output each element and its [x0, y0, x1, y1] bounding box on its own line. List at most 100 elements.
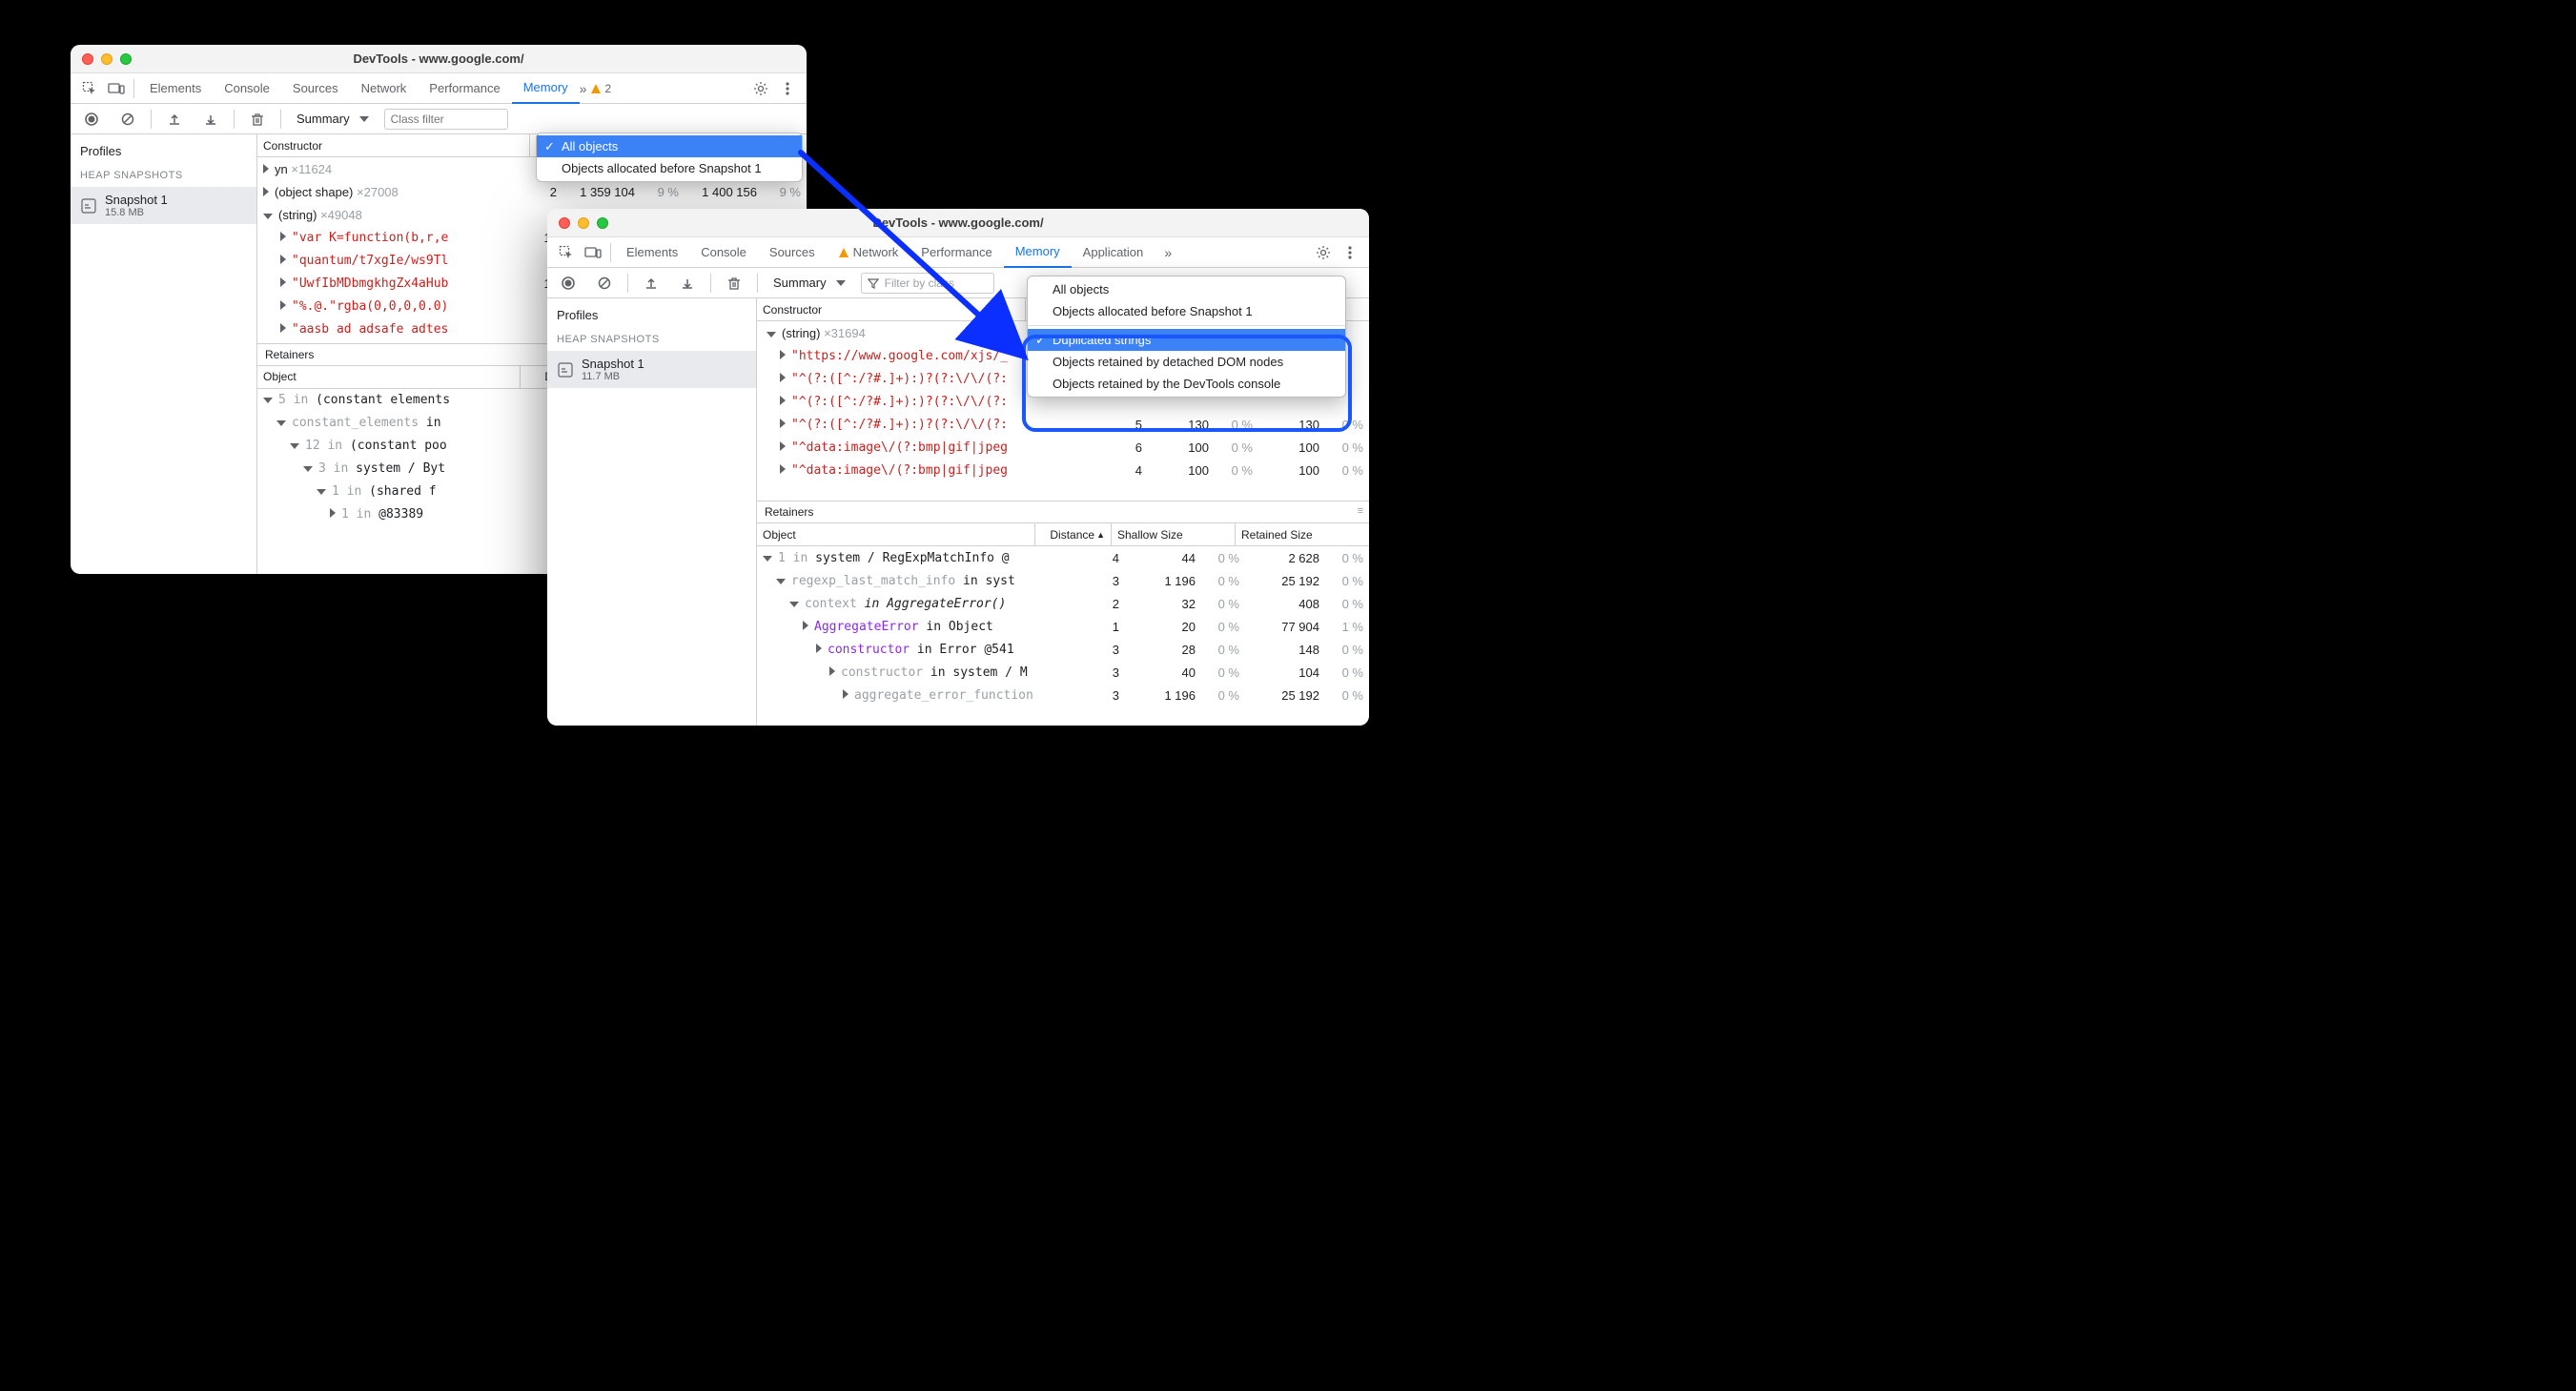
clear-icon[interactable] [591, 270, 618, 297]
snapshot-size: 11.7 MB [582, 371, 644, 382]
view-select[interactable]: Summary [291, 112, 375, 126]
retainers-menu-icon[interactable]: ≡ [1358, 505, 1363, 517]
window-title: DevTools - www.google.com/ [557, 215, 1360, 230]
tab-console[interactable]: Console [213, 73, 281, 104]
col-retained[interactable]: Retained Size [1236, 523, 1369, 545]
retainers-columns: Object Distance▲ Shallow Size Retained S… [757, 523, 1369, 546]
tab-elements[interactable]: Elements [615, 237, 689, 268]
retainer-row[interactable]: aggregate_error_function 3 1 1960 % 25 1… [757, 684, 1369, 706]
gc-icon[interactable] [721, 270, 747, 297]
tab-memory[interactable]: Memory [512, 73, 580, 104]
device-mode-icon[interactable] [580, 239, 606, 266]
opt-detached-dom[interactable]: Objects retained by detached DOM nodes [1028, 351, 1345, 373]
load-profile-icon[interactable] [638, 270, 664, 297]
view-select[interactable]: Summary [767, 276, 851, 290]
retainer-rows: 1 in system / RegExpMatchInfo @ 4 440 % … [757, 546, 1369, 726]
kebab-menu-icon[interactable] [774, 75, 801, 102]
opt-before-snapshot[interactable]: Objects allocated before Snapshot 1 [1028, 300, 1345, 322]
tab-performance[interactable]: Performance [418, 73, 511, 104]
class-filter-input[interactable] [384, 109, 508, 130]
retainers-header: Retainers ≡ [757, 501, 1369, 523]
tab-network[interactable]: Network [350, 73, 419, 104]
inspect-icon[interactable] [553, 239, 580, 266]
record-icon[interactable] [555, 270, 582, 297]
tab-performance[interactable]: Performance [910, 237, 1003, 268]
maximize-icon[interactable] [597, 217, 608, 229]
clear-icon[interactable] [114, 106, 141, 133]
minimize-icon[interactable] [101, 53, 112, 65]
tab-elements[interactable]: Elements [138, 73, 213, 104]
sidebar-category: HEAP SNAPSHOTS [547, 328, 756, 351]
panel-tabbar: Elements Console Sources Network Perform… [71, 73, 807, 104]
sidebar-profiles-label: Profiles [71, 134, 256, 164]
class-filter-input[interactable]: Filter by class [861, 273, 994, 294]
retainer-row[interactable]: AggregateError in Object 1 200 % 77 9041… [757, 615, 1369, 638]
inspect-icon[interactable] [76, 75, 103, 102]
kebab-menu-icon[interactable] [1337, 239, 1363, 266]
sidebar-category: HEAP SNAPSHOTS [71, 164, 256, 187]
col-shallow[interactable]: Shallow Size [1112, 523, 1236, 545]
col-constructor[interactable]: Constructor [757, 298, 1026, 320]
traffic-lights[interactable] [82, 53, 132, 65]
tab-application[interactable]: Application [1072, 237, 1155, 268]
object-filter-dropdown[interactable]: All objects Objects allocated before Sna… [1027, 276, 1346, 398]
filter-icon [868, 277, 879, 289]
snapshot-size: 15.8 MB [105, 207, 168, 218]
close-icon[interactable] [559, 217, 570, 229]
save-profile-icon[interactable] [674, 270, 701, 297]
string-row[interactable]: "^data:image\/(?:bmp|gif|jpeg41000 %1000… [757, 459, 1369, 481]
col-distance2[interactable]: Distance▲ [1035, 523, 1112, 545]
opt-duplicated-strings[interactable]: Duplicated strings [1028, 329, 1345, 351]
snapshot-name: Snapshot 1 [105, 193, 168, 207]
opt-all-objects[interactable]: All objects [1028, 278, 1345, 300]
opt-before-snapshot[interactable]: Objects allocated before Snapshot 1 [537, 157, 802, 179]
minimize-icon[interactable] [578, 217, 589, 229]
col-object[interactable]: Object [757, 523, 1035, 545]
snapshot-icon [557, 361, 574, 378]
col-constructor[interactable]: Constructor [257, 134, 530, 156]
snapshot-item[interactable]: Snapshot 1 15.8 MB [71, 187, 256, 224]
window-title: DevTools - www.google.com/ [80, 51, 797, 66]
device-mode-icon[interactable] [103, 75, 130, 102]
view-select-label: Summary [773, 276, 827, 290]
record-icon[interactable] [78, 106, 105, 133]
opt-all-objects[interactable]: All objects [537, 135, 802, 157]
devtools-window-2: DevTools - www.google.com/ Elements Cons… [547, 209, 1369, 726]
titlebar[interactable]: DevTools - www.google.com/ [547, 209, 1369, 237]
opt-devtools-console[interactable]: Objects retained by the DevTools console [1028, 373, 1345, 395]
overflow-tabs-icon[interactable]: » [1155, 239, 1181, 266]
load-profile-icon[interactable] [161, 106, 188, 133]
tab-memory[interactable]: Memory [1004, 237, 1072, 268]
retainer-row[interactable]: 1 in system / RegExpMatchInfo @ 4 440 % … [757, 546, 1369, 569]
profiles-sidebar: Profiles HEAP SNAPSHOTS Snapshot 1 15.8 … [71, 134, 257, 574]
close-icon[interactable] [82, 53, 93, 65]
retainer-row[interactable]: constructor in system / M 3 400 % 1040 % [757, 661, 1369, 684]
view-select-label: Summary [296, 112, 350, 126]
tab-console[interactable]: Console [689, 237, 758, 268]
settings-icon[interactable] [747, 75, 774, 102]
retainer-row[interactable]: regexp_last_match_info in syst 3 1 1960 … [757, 569, 1369, 592]
col-object[interactable]: Object [257, 366, 521, 388]
string-row[interactable]: "^(?:([^:/?#.]+):)?(?:\/\/(?:51300 %1300… [757, 413, 1369, 436]
traffic-lights[interactable] [559, 217, 608, 229]
tab-sources[interactable]: Sources [281, 73, 350, 104]
snapshot-item[interactable]: Snapshot 1 11.7 MB [547, 351, 756, 388]
sidebar-profiles-label: Profiles [547, 298, 756, 328]
maximize-icon[interactable] [120, 53, 132, 65]
string-row[interactable]: "^data:image\/(?:bmp|gif|jpeg61000 %1000… [757, 436, 1369, 459]
memory-toolbar: Summary [71, 104, 807, 134]
retainer-row[interactable]: constructor in Error @541 3 280 % 1480 % [757, 638, 1369, 661]
tab-sources[interactable]: Sources [758, 237, 827, 268]
warning-count: 2 [604, 82, 611, 95]
retainer-row[interactable]: context in AggregateError() 2 320 % 4080… [757, 592, 1369, 615]
object-filter-dropdown[interactable]: All objects Objects allocated before Sna… [536, 133, 803, 182]
tab-network[interactable]: Network [827, 237, 910, 268]
snapshot-name: Snapshot 1 [582, 357, 644, 371]
titlebar[interactable]: DevTools - www.google.com/ [71, 45, 807, 73]
row-constructor[interactable]: (object shape) ×27008 2 1 359 104 9 % 1 … [257, 180, 807, 203]
gc-icon[interactable] [244, 106, 271, 133]
settings-icon[interactable] [1310, 239, 1337, 266]
overflow-tabs[interactable]: » 2 [580, 75, 611, 102]
save-profile-icon[interactable] [197, 106, 224, 133]
snapshot-icon [80, 197, 97, 215]
